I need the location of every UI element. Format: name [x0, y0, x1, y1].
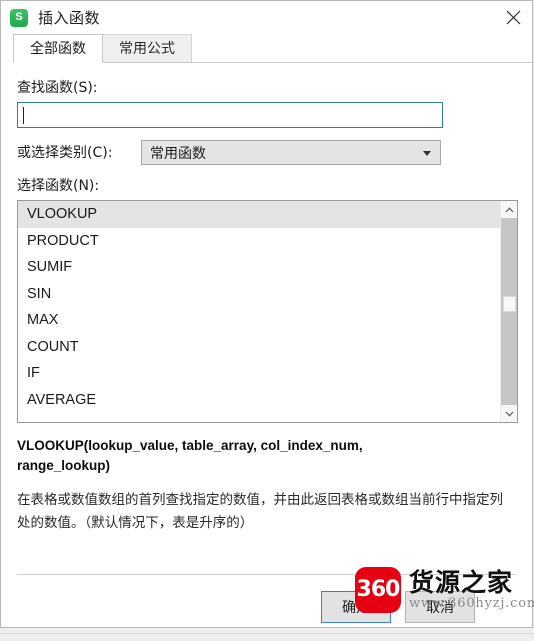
- scrollbar-track[interactable]: [501, 218, 517, 405]
- function-list: VLOOKUP PRODUCT SUMIF SIN MAX COUNT IF A…: [18, 201, 500, 422]
- category-dropdown-value: 常用函数: [150, 145, 206, 162]
- function-signature: VLOOKUP(lookup_value, table_array, col_i…: [17, 438, 363, 473]
- search-input[interactable]: [23, 103, 437, 129]
- search-function-label: 查找函数(S):: [17, 80, 98, 96]
- chevron-up-icon: [505, 206, 514, 212]
- chevron-down-icon: [505, 411, 514, 417]
- desktop-divider: [0, 633, 534, 634]
- function-listbox[interactable]: VLOOKUP PRODUCT SUMIF SIN MAX COUNT IF A…: [17, 200, 518, 423]
- category-label: 或选择类别(C):: [17, 144, 113, 161]
- select-function-label: 选择函数(N):: [17, 178, 100, 194]
- dialog-body: 查找函数(S): 或选择类别(C): 常用函数 选择函数(N): VLOOKUP…: [1, 81, 532, 535]
- cancel-button[interactable]: 取消: [405, 591, 475, 623]
- list-item[interactable]: MAX: [18, 307, 500, 334]
- list-item[interactable]: SIN: [18, 281, 500, 308]
- search-input-wrapper[interactable]: [17, 102, 443, 129]
- insert-function-dialog: S 插入函数 全部函数常用公式 查找函数(S): 或选择类别(C): 常用函数: [0, 0, 533, 628]
- window-title: 插入函数: [38, 9, 101, 27]
- list-item[interactable]: PRODUCT: [18, 228, 500, 255]
- close-icon: [506, 10, 520, 24]
- list-item[interactable]: AVERAGE: [18, 387, 500, 414]
- scrollbar-thumb[interactable]: [503, 296, 516, 312]
- tab-strip: 全部函数 常用公式: [1, 34, 532, 63]
- function-list-scrollbar[interactable]: [500, 201, 517, 422]
- chevron-down-icon: [423, 151, 431, 156]
- tab-common-formulas[interactable]: 常用公式: [102, 34, 192, 63]
- list-item[interactable]: COUNT: [18, 334, 500, 361]
- footer-divider: [17, 574, 516, 575]
- close-button[interactable]: [498, 3, 528, 31]
- ok-button[interactable]: 确定: [321, 591, 391, 623]
- app-icon-glyph: S: [15, 11, 23, 23]
- category-row: 或选择类别(C): 常用函数: [17, 140, 516, 165]
- function-description: 在表格或数值数组的首列查找指定的数值，并由此返回表格或数组当前行中指定列处的数值…: [17, 492, 503, 531]
- scroll-up-button[interactable]: [501, 201, 517, 218]
- scroll-down-button[interactable]: [501, 405, 517, 422]
- category-dropdown[interactable]: 常用函数: [141, 140, 441, 165]
- list-item[interactable]: IF: [18, 360, 500, 387]
- list-item[interactable]: VLOOKUP: [18, 201, 500, 228]
- tab-all-functions[interactable]: 全部函数: [13, 34, 103, 63]
- wps-spreadsheet-icon: S: [10, 8, 28, 27]
- title-bar: S 插入函数: [1, 1, 532, 34]
- list-item[interactable]: SUMIF: [18, 254, 500, 281]
